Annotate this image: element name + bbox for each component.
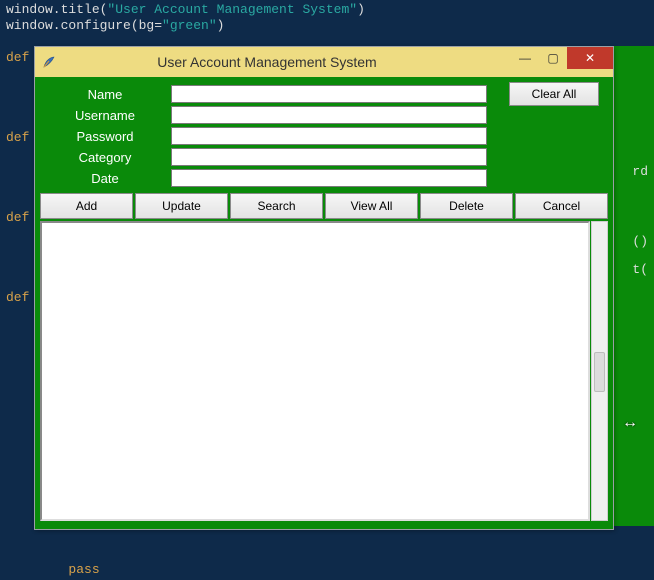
app-window: User Account Management System — ▢ ✕ Nam… [34, 46, 614, 530]
close-button[interactable]: ✕ [567, 47, 613, 69]
category-field[interactable] [171, 148, 487, 166]
clear-all-button[interactable]: Clear All [509, 82, 599, 106]
update-button[interactable]: Update [135, 193, 228, 219]
label-password: Password [39, 129, 171, 144]
username-field[interactable] [171, 106, 487, 124]
form-area: Name Clear All Username Password Categor… [39, 81, 609, 193]
add-button[interactable]: Add [40, 193, 133, 219]
titlebar[interactable]: User Account Management System — ▢ ✕ [35, 47, 613, 77]
window-title: User Account Management System [63, 54, 511, 70]
view-all-button[interactable]: View All [325, 193, 418, 219]
search-button[interactable]: Search [230, 193, 323, 219]
results-listbox[interactable] [40, 221, 590, 521]
date-field[interactable] [171, 169, 487, 187]
feather-icon [41, 54, 57, 70]
label-username: Username [39, 108, 171, 123]
resize-horizontal-icon: ↔ [622, 414, 638, 432]
label-name: Name [39, 87, 171, 102]
code-fragment: () [632, 234, 648, 249]
delete-button[interactable]: Delete [420, 193, 513, 219]
label-date: Date [39, 171, 171, 186]
toolbar: Add Update Search View All Delete Cancel [39, 193, 609, 221]
window-controls: — ▢ ✕ [511, 47, 613, 69]
maximize-button[interactable]: ▢ [539, 47, 567, 69]
code-fragment: t( [632, 262, 648, 277]
name-field[interactable] [171, 85, 487, 103]
code-fragment: rd [632, 164, 648, 179]
password-field[interactable] [171, 127, 487, 145]
listbox-area [39, 221, 609, 525]
vertical-scrollbar[interactable] [591, 221, 608, 521]
label-category: Category [39, 150, 171, 165]
client-area: Name Clear All Username Password Categor… [35, 77, 613, 529]
minimize-button[interactable]: — [511, 47, 539, 69]
cancel-button[interactable]: Cancel [515, 193, 608, 219]
background-green-strip [614, 46, 654, 526]
scrollbar-thumb[interactable] [594, 352, 605, 392]
